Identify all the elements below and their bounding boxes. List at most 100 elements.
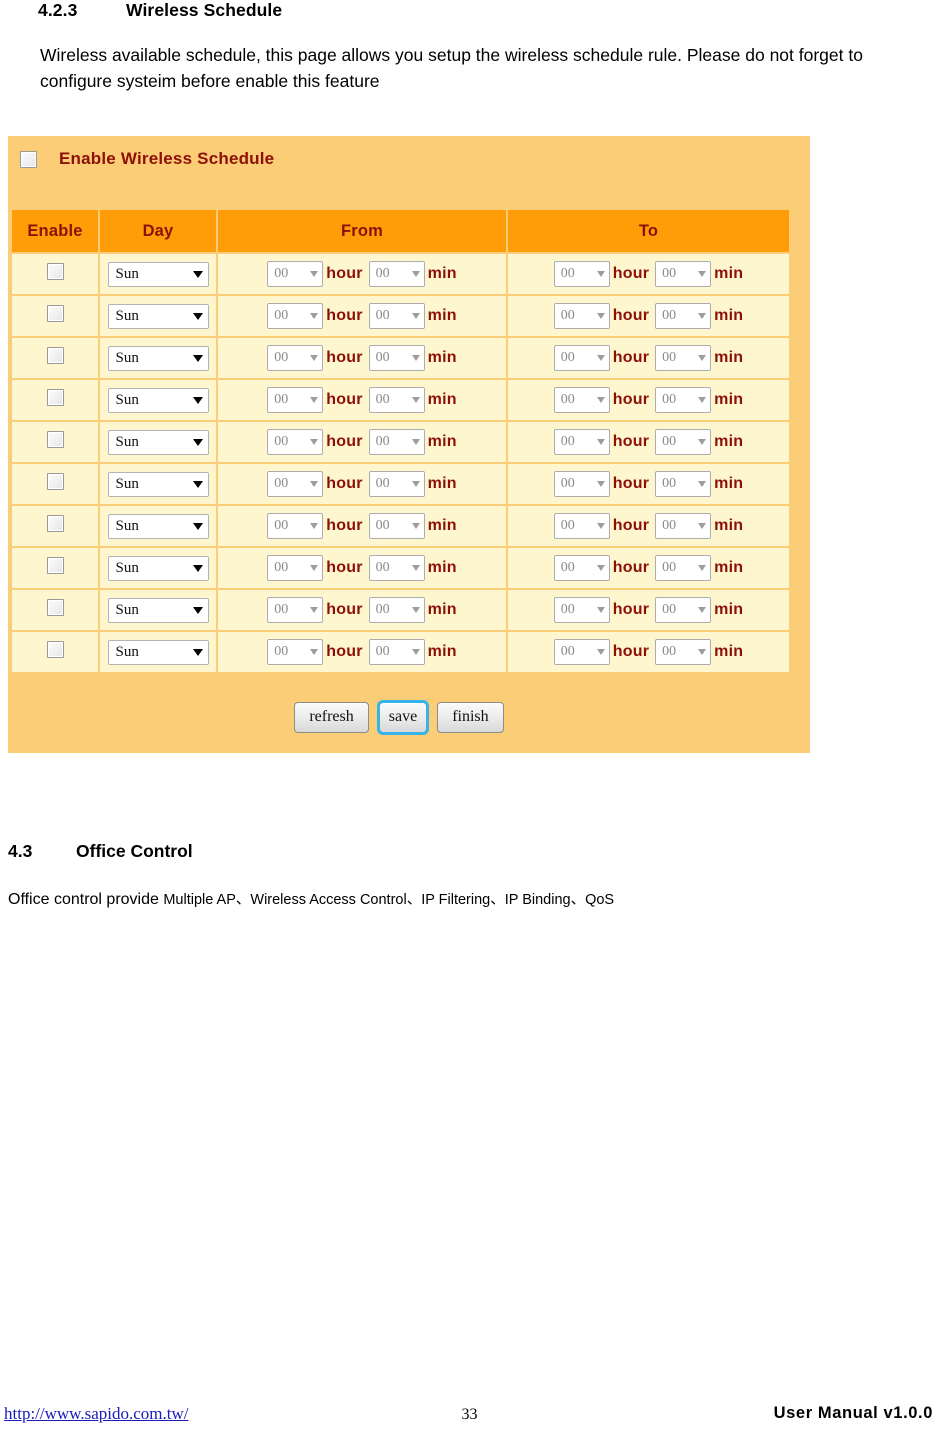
table-row: Sun 00 hour 00 min 00 hour 00 min xyxy=(12,254,789,294)
row-enable-cell xyxy=(12,380,98,420)
to-hour-select[interactable]: 00 xyxy=(553,303,610,329)
day-select[interactable]: Sun xyxy=(107,513,209,539)
to-hour-select-value: 00 xyxy=(560,434,575,449)
to-minute-select[interactable]: 00 xyxy=(655,555,712,581)
refresh-button[interactable]: refresh xyxy=(294,702,369,733)
from-hour-select[interactable]: 00 xyxy=(267,303,324,329)
from-hour-select[interactable]: 00 xyxy=(267,429,324,455)
row-from-cell: 00 hour 00 min xyxy=(218,380,506,420)
to-minute-select[interactable]: 00 xyxy=(655,387,712,413)
from-minute-select[interactable]: 00 xyxy=(368,597,425,623)
day-select[interactable]: Sun xyxy=(107,429,209,455)
row-enable-checkbox[interactable] xyxy=(46,515,64,532)
to-minute-select[interactable]: 00 xyxy=(655,303,712,329)
from-hour-select[interactable]: 00 xyxy=(267,597,324,623)
wireless-schedule-panel: Enable Wireless Schedule Enable Day From… xyxy=(8,136,810,753)
table-row: Sun 00 hour 00 min 00 hour 00 min xyxy=(12,632,789,672)
to-minute-select-value: 00 xyxy=(662,434,677,449)
chevron-down-icon xyxy=(411,271,420,277)
to-hour-select-value: 00 xyxy=(560,518,575,533)
day-select-value: Sun xyxy=(115,643,139,660)
to-minute-select[interactable]: 00 xyxy=(655,261,712,287)
day-select-value: Sun xyxy=(115,475,139,492)
to-hour-select[interactable]: 00 xyxy=(553,513,610,539)
row-enable-checkbox[interactable] xyxy=(46,473,64,490)
from-hour-select[interactable]: 00 xyxy=(267,555,324,581)
to-hour-select[interactable]: 00 xyxy=(553,555,610,581)
row-enable-checkbox[interactable] xyxy=(46,305,64,322)
from-time-block: 00 hour 00 min xyxy=(267,471,457,497)
to-minute-select[interactable]: 00 xyxy=(655,597,712,623)
from-minute-select[interactable]: 00 xyxy=(368,555,425,581)
finish-button[interactable]: finish xyxy=(437,702,504,733)
from-minute-select[interactable]: 00 xyxy=(368,261,425,287)
save-button[interactable]: save xyxy=(376,700,430,735)
row-enable-cell xyxy=(12,464,98,504)
day-select[interactable]: Sun xyxy=(107,261,209,287)
from-hour-select[interactable]: 00 xyxy=(267,471,324,497)
chevron-down-icon xyxy=(192,564,203,572)
day-select-value: Sun xyxy=(115,601,139,618)
to-hour-select[interactable]: 00 xyxy=(553,429,610,455)
from-hour-select[interactable]: 00 xyxy=(267,261,324,287)
to-hour-select[interactable]: 00 xyxy=(553,387,610,413)
from-hour-select[interactable]: 00 xyxy=(267,513,324,539)
row-enable-checkbox[interactable] xyxy=(46,431,64,448)
to-minute-select[interactable]: 00 xyxy=(655,639,712,665)
from-minute-select[interactable]: 00 xyxy=(368,387,425,413)
column-header-enable: Enable xyxy=(12,210,98,252)
unit-label: min xyxy=(427,433,457,450)
to-hour-select[interactable]: 00 xyxy=(553,261,610,287)
to-minute-select[interactable]: 00 xyxy=(655,429,712,455)
row-enable-checkbox[interactable] xyxy=(46,557,64,574)
day-select[interactable]: Sun xyxy=(107,303,209,329)
chevron-down-icon xyxy=(192,396,203,404)
from-minute-select[interactable]: 00 xyxy=(368,429,425,455)
enable-wireless-schedule-row[interactable]: Enable Wireless Schedule xyxy=(20,146,274,172)
day-select[interactable]: Sun xyxy=(107,639,209,665)
day-select[interactable]: Sun xyxy=(107,471,209,497)
chevron-down-icon xyxy=(698,439,707,445)
to-minute-select[interactable]: 00 xyxy=(655,513,712,539)
row-enable-cell xyxy=(12,338,98,378)
chevron-down-icon xyxy=(698,565,707,571)
row-from-cell: 00 hour 00 min xyxy=(218,590,506,630)
row-enable-checkbox[interactable] xyxy=(46,599,64,616)
to-minute-select[interactable]: 00 xyxy=(655,345,712,371)
from-minute-select-value: 00 xyxy=(375,350,390,365)
from-minute-select[interactable]: 00 xyxy=(368,639,425,665)
day-select[interactable]: Sun xyxy=(107,345,209,371)
to-hour-select[interactable]: 00 xyxy=(553,345,610,371)
to-hour-select[interactable]: 00 xyxy=(553,597,610,623)
table-row: Sun 00 hour 00 min 00 hour 00 min xyxy=(12,506,789,546)
chevron-down-icon xyxy=(310,565,319,571)
to-hour-select[interactable]: 00 xyxy=(553,471,610,497)
to-hour-select[interactable]: 00 xyxy=(553,639,610,665)
from-minute-select[interactable]: 00 xyxy=(368,471,425,497)
from-hour-select-value: 00 xyxy=(274,560,289,575)
to-minute-select[interactable]: 00 xyxy=(655,471,712,497)
from-hour-select[interactable]: 00 xyxy=(267,639,324,665)
from-hour-select[interactable]: 00 xyxy=(267,387,324,413)
unit-label: min xyxy=(427,307,457,324)
from-minute-select[interactable]: 00 xyxy=(368,513,425,539)
from-hour-select-value: 00 xyxy=(274,266,289,281)
day-select[interactable]: Sun xyxy=(107,555,209,581)
from-minute-select[interactable]: 00 xyxy=(368,345,425,371)
to-minute-select-value: 00 xyxy=(662,392,677,407)
from-minute-select[interactable]: 00 xyxy=(368,303,425,329)
row-enable-checkbox[interactable] xyxy=(46,389,64,406)
enable-wireless-schedule-checkbox[interactable] xyxy=(20,150,37,168)
chevron-down-icon xyxy=(596,523,605,529)
to-hour-select-value: 00 xyxy=(560,392,575,407)
row-enable-checkbox[interactable] xyxy=(46,641,64,658)
day-select[interactable]: Sun xyxy=(107,387,209,413)
from-hour-select[interactable]: 00 xyxy=(267,345,324,371)
unit-label: hour xyxy=(326,349,363,366)
row-enable-checkbox[interactable] xyxy=(46,347,64,364)
unit-label: hour xyxy=(612,601,650,618)
to-hour-select-value: 00 xyxy=(560,350,575,365)
row-day-cell: Sun xyxy=(100,590,216,630)
row-enable-checkbox[interactable] xyxy=(46,263,64,280)
day-select[interactable]: Sun xyxy=(107,597,209,623)
